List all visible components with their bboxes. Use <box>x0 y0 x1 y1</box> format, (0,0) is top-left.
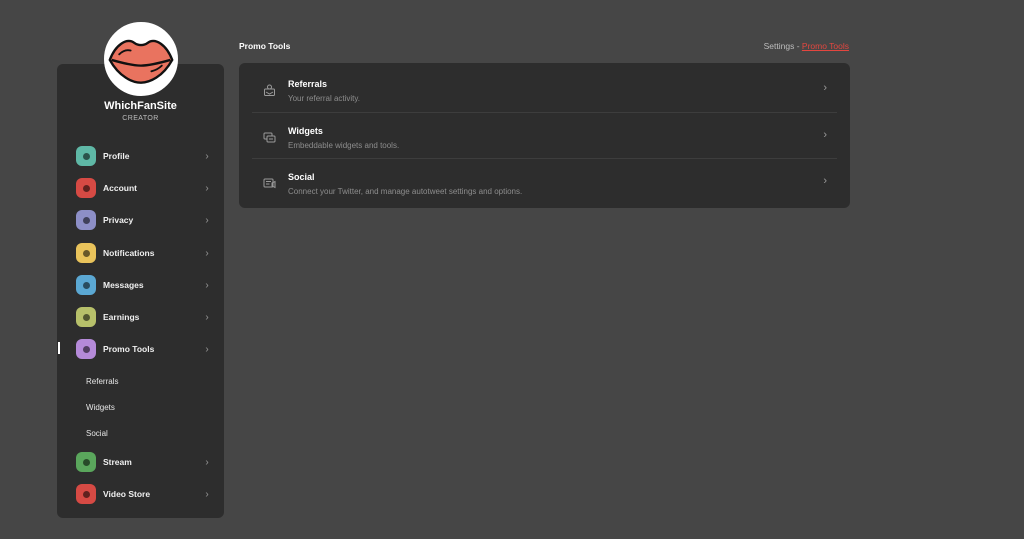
chevron-right-icon: › <box>205 456 209 468</box>
row-title: Widgets <box>288 126 323 136</box>
sidebar-subitem-social[interactable]: Social <box>86 429 108 438</box>
breadcrumb-settings-link[interactable]: Settings <box>764 41 795 51</box>
sidebar-item-label: Notifications <box>103 248 155 258</box>
chevron-right-icon: › <box>205 488 209 500</box>
brand-role: CREATOR <box>122 115 159 122</box>
chevron-right-icon: › <box>205 150 209 162</box>
sidebar-item-label: Profile <box>103 151 130 161</box>
sidebar-item-messages[interactable]: Messages › <box>76 274 212 296</box>
stream-icon <box>76 452 96 472</box>
account-icon <box>76 178 96 198</box>
user-icon <box>76 146 96 166</box>
chevron-right-icon: › <box>205 182 209 194</box>
sidebar-item-label: Video Store <box>103 489 151 499</box>
chat-icon <box>76 275 96 295</box>
earnings-icon <box>76 307 96 327</box>
active-item-marker <box>58 342 60 354</box>
row-description: Connect your Twitter, and manage autotwe… <box>288 187 523 196</box>
sidebar-item-label: Privacy <box>103 215 134 225</box>
sidebar-item-promo-tools[interactable]: Promo Tools › <box>76 338 212 360</box>
breadcrumb: Settings - Promo Tools <box>700 41 849 51</box>
chevron-right-icon: › <box>205 311 209 323</box>
row-title: Social <box>288 172 315 182</box>
video-store-icon <box>76 484 96 504</box>
chevron-right-icon: › <box>205 247 209 259</box>
brand-name: WhichFanSite <box>104 100 177 112</box>
row-description: Embeddable widgets and tools. <box>288 141 400 150</box>
chevron-right-icon: › <box>205 214 209 226</box>
widgets-icon <box>263 132 276 143</box>
sidebar-item-stream[interactable]: Stream › <box>76 451 212 473</box>
sidebar-item-label: Promo Tools <box>103 344 155 354</box>
lock-icon <box>76 210 96 230</box>
chevron-right-icon: › <box>823 129 827 141</box>
lips-logo-icon <box>106 24 176 94</box>
row-referrals[interactable]: Referrals Your referral activity. › <box>252 66 837 112</box>
breadcrumb-separator: - <box>794 41 802 51</box>
page-title: Promo Tools <box>239 41 291 51</box>
chevron-right-icon: › <box>205 343 209 355</box>
chevron-right-icon: › <box>823 82 827 94</box>
sidebar-item-label: Account <box>103 183 137 193</box>
avatar[interactable] <box>104 22 178 96</box>
chevron-right-icon: › <box>823 175 827 187</box>
sidebar-item-privacy[interactable]: Privacy › <box>76 209 212 231</box>
breadcrumb-current-link[interactable]: Promo Tools <box>802 41 849 51</box>
sidebar-subitem-referrals[interactable]: Referrals <box>86 377 118 386</box>
chevron-right-icon: › <box>205 279 209 291</box>
bell-icon <box>76 243 96 263</box>
sidebar-item-video-store[interactable]: Video Store › <box>76 483 212 505</box>
sidebar-item-label: Earnings <box>103 312 140 322</box>
sidebar-item-notifications[interactable]: Notifications › <box>76 242 212 264</box>
sidebar-item-label: Stream <box>103 457 132 467</box>
sidebar-item-account[interactable]: Account › <box>76 177 212 199</box>
row-title: Referrals <box>288 79 328 89</box>
promo-icon <box>76 339 96 359</box>
sidebar-item-earnings[interactable]: Earnings › <box>76 306 212 328</box>
row-widgets[interactable]: Widgets Embeddable widgets and tools. › <box>252 113 837 159</box>
sidebar-item-profile[interactable]: Profile › <box>76 145 212 167</box>
row-description: Your referral activity. <box>288 94 361 103</box>
social-icon <box>263 178 276 189</box>
referral-icon <box>264 84 275 96</box>
sidebar-item-label: Messages <box>103 280 144 290</box>
sidebar-subitem-widgets[interactable]: Widgets <box>86 403 115 412</box>
row-social[interactable]: Social Connect your Twitter, and manage … <box>252 159 837 205</box>
